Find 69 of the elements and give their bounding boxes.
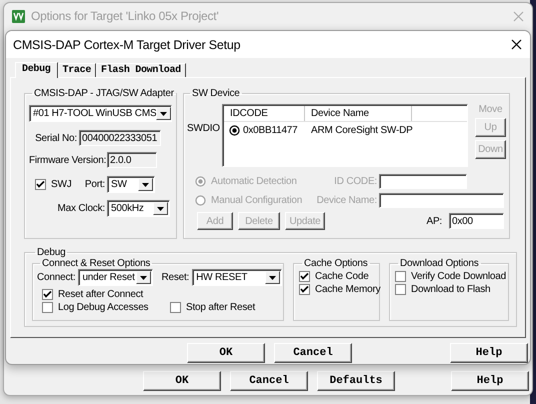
group-title: Cache Options xyxy=(303,258,369,269)
dialog-button[interactable]: Defaults xyxy=(317,371,395,391)
checkbox-label: Cache Memory xyxy=(315,284,380,295)
checkbox[interactable] xyxy=(42,289,53,300)
column-header: IDCODE xyxy=(224,106,305,121)
checkbox-label: Download to Flash xyxy=(411,284,490,295)
row-label: SWDIO xyxy=(187,123,221,134)
checkbox-label: Log Debug Accesses xyxy=(58,302,148,313)
move-label: Move xyxy=(478,104,502,115)
tab[interactable]: Debug xyxy=(15,62,58,78)
field-label: Device Name: xyxy=(316,195,378,206)
close-icon[interactable] xyxy=(511,39,522,50)
checkbox[interactable] xyxy=(395,271,406,282)
group-title: Connect & Reset Options xyxy=(41,258,152,269)
dropdown-arrow-icon xyxy=(269,276,276,280)
field-label: Connect: xyxy=(37,272,76,283)
checkbox-label: Stop after Reset xyxy=(186,302,256,313)
dropdown-arrow-icon xyxy=(142,182,149,186)
dropdown-arrow-icon xyxy=(157,206,164,210)
checkbox-label: SWJ xyxy=(51,179,72,190)
dialog-button[interactable]: Cancel xyxy=(274,343,352,363)
dropdown[interactable]: under Reset xyxy=(78,269,154,286)
field-label: Port: xyxy=(84,179,106,190)
radio-label: Automatic Detection xyxy=(211,176,297,187)
input-field[interactable] xyxy=(379,193,504,208)
dropdown[interactable]: #01 H7-TOOL WinUSB CMS xyxy=(29,105,172,122)
field-label: AP: xyxy=(425,216,443,226)
tab[interactable]: Flash Download xyxy=(96,63,186,77)
dialog-button[interactable]: Help xyxy=(450,343,528,363)
checkbox[interactable] xyxy=(42,302,53,313)
field-label: ID CODE: xyxy=(333,176,378,187)
group-title: CMSIS-DAP - JTAG/SW Adapter xyxy=(33,88,175,99)
field-label: Firmware Version: xyxy=(29,154,107,166)
group-title: Debug xyxy=(36,247,66,258)
checkbox[interactable] xyxy=(35,179,46,190)
dialog-button[interactable]: Cancel xyxy=(230,371,308,391)
checkbox[interactable] xyxy=(299,271,310,282)
dialog-title: CMSIS-DAP Cortex-M Target Driver Setup xyxy=(13,38,242,52)
ap-field[interactable]: 0x00 xyxy=(449,213,504,229)
window-title: Options for Target 'Linko 05x Project' xyxy=(31,9,220,23)
field-label: Reset: xyxy=(161,272,190,283)
radio-label: Manual Configuration xyxy=(211,195,302,206)
dialog-button[interactable]: OK xyxy=(187,343,265,363)
checkbox-label: Reset after Connect xyxy=(58,289,144,300)
checkbox-label: Cache Code xyxy=(315,271,369,282)
field-label: Max Clock: xyxy=(56,203,106,214)
table-cell-text: 0x0BB11477 xyxy=(242,124,299,136)
column-header: Device Name xyxy=(305,106,412,121)
input-field[interactable] xyxy=(379,174,467,189)
dropdown[interactable]: HW RESET xyxy=(192,269,282,286)
serial-field[interactable]: 00400022333051 xyxy=(79,130,161,146)
checkbox[interactable] xyxy=(299,284,310,295)
firmware-field[interactable]: 2.0.0 xyxy=(107,152,157,168)
radio-button[interactable] xyxy=(229,124,240,136)
field-label: Serial No: xyxy=(34,132,78,144)
dropdown-arrow-icon xyxy=(140,276,148,280)
table-cell-text: ARM CoreSight SW-DP xyxy=(310,124,413,136)
dialog-button[interactable]: Help xyxy=(451,371,529,391)
checkbox[interactable] xyxy=(395,284,406,295)
checkbox[interactable] xyxy=(170,302,181,313)
dropdown-arrow-icon xyxy=(160,112,168,116)
group-title: Download Options xyxy=(399,258,480,269)
checkbox-label: Verify Code Download xyxy=(411,271,506,282)
dropdown[interactable]: SW xyxy=(107,176,155,193)
group-title: SW Device xyxy=(191,88,241,99)
dropdown[interactable]: 500kHz xyxy=(107,200,170,217)
tab[interactable]: Trace xyxy=(58,63,96,77)
app-icon xyxy=(12,10,25,22)
dialog-button[interactable]: OK xyxy=(143,371,221,391)
